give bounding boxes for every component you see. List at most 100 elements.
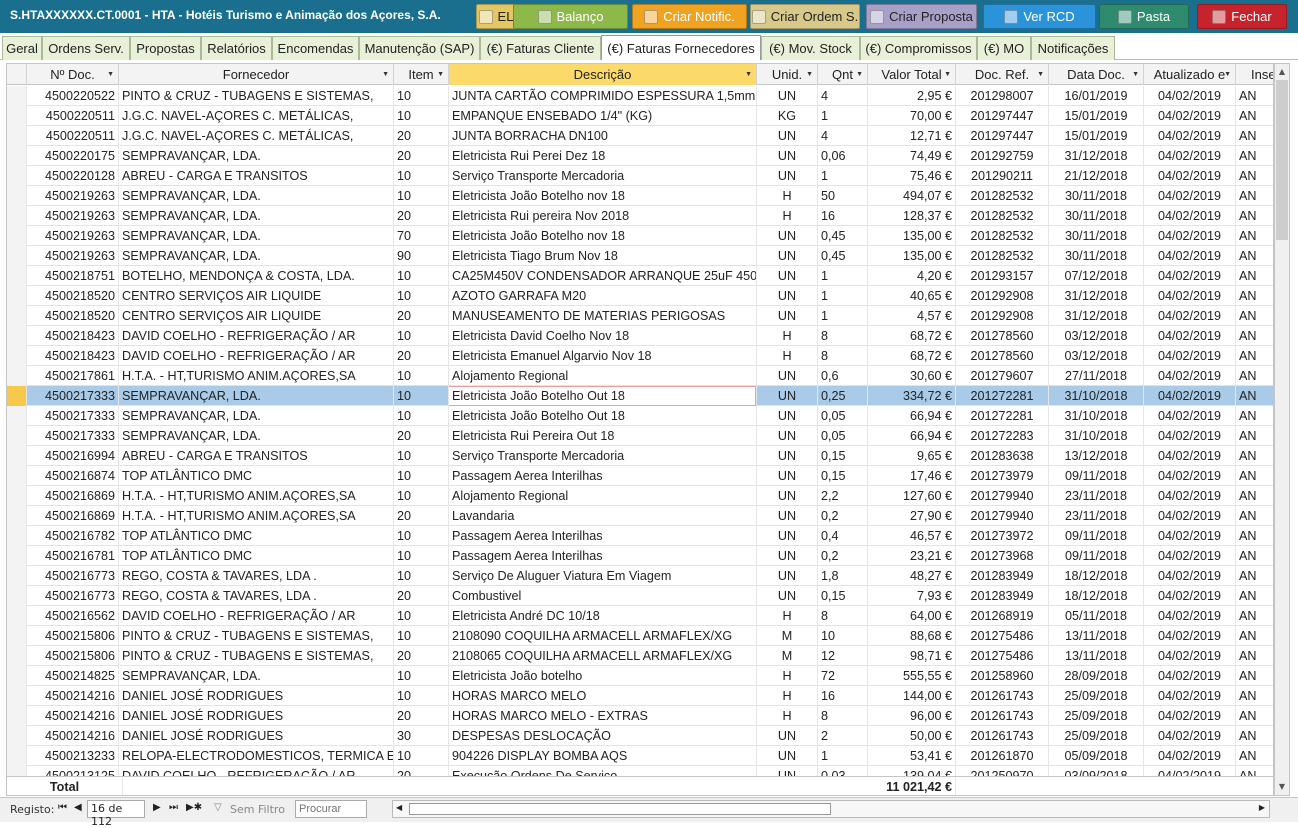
cell-doc[interactable]: 4500218751 (27, 266, 119, 286)
cell-qnt[interactable]: 8 (818, 326, 868, 346)
cell-forn[interactable]: J.G.C. NAVEL-AÇORES C. METÁLICAS, (119, 126, 394, 146)
cell-ref[interactable]: 201293157 (956, 266, 1049, 286)
cell-data[interactable]: 13/11/2018 (1049, 626, 1144, 646)
row-selector[interactable] (7, 246, 27, 266)
dropdown-arrow-icon[interactable]: ▼ (745, 71, 752, 78)
cell-ref[interactable]: 201282532 (956, 246, 1049, 266)
cell-forn[interactable]: CENTRO SERVIÇOS AIR LIQUIDE (119, 306, 394, 326)
cell-ins[interactable]: AN (1236, 526, 1273, 546)
cell-ins[interactable]: AN (1236, 146, 1273, 166)
cell-item[interactable]: 10 (394, 366, 449, 386)
tab-5[interactable]: Encomendas (272, 36, 359, 60)
cell-ref[interactable]: 201275486 (956, 646, 1049, 666)
column-header-desc[interactable]: Descrição ▼ (449, 64, 757, 85)
cell-item[interactable]: 10 (394, 186, 449, 206)
row-selector[interactable] (7, 106, 27, 126)
cell-desc[interactable]: CA25M450V CONDENSADOR ARRANQUE 25uF 450 (449, 266, 757, 286)
cell-atual[interactable]: 04/02/2019 (1144, 646, 1236, 666)
table-row[interactable]: 4500216562 DAVID COELHO - REFRIGERAÇÃO / … (7, 606, 1273, 626)
cell-forn[interactable]: PINTO & CRUZ - TUBAGENS E SISTEMAS, (119, 626, 394, 646)
tab-7[interactable]: (€) Faturas Cliente (480, 36, 601, 60)
cell-ref[interactable]: 201279940 (956, 506, 1049, 526)
row-selector[interactable] (7, 286, 27, 306)
cell-item[interactable]: 20 (394, 146, 449, 166)
tab-12[interactable]: Notificações (1031, 36, 1115, 60)
cell-atual[interactable]: 04/02/2019 (1144, 546, 1236, 566)
cell-data[interactable]: 31/12/2018 (1049, 146, 1144, 166)
tab-10[interactable]: (€) Compromissos (860, 36, 977, 60)
table-row[interactable]: 4500220511 J.G.C. NAVEL-AÇORES C. METÁLIC… (7, 106, 1273, 126)
table-row[interactable]: 4500216782 TOP ATLÂNTICO DMC 10 Passagem Ae… (7, 526, 1273, 546)
cell-desc[interactable]: Alojamento Regional (449, 366, 757, 386)
row-selector[interactable] (7, 346, 27, 366)
scroll-up-icon[interactable]: ▲ (1275, 64, 1289, 80)
row-selector[interactable] (7, 486, 27, 506)
table-row[interactable]: 4500219263 SEMPRAVANÇAR, LDA. 20 Eletricist… (7, 206, 1273, 226)
row-selector[interactable] (7, 366, 27, 386)
cell-desc[interactable]: HORAS MARCO MELO (449, 686, 757, 706)
cell-item[interactable]: 10 (394, 546, 449, 566)
cell-atual[interactable]: 04/02/2019 (1144, 186, 1236, 206)
row-selector[interactable] (7, 266, 27, 286)
cell-atual[interactable]: 04/02/2019 (1144, 586, 1236, 606)
cell-qnt[interactable]: 2 (818, 726, 868, 746)
first-record-icon[interactable]: ⏮ (58, 802, 67, 813)
cell-atual[interactable]: 04/02/2019 (1144, 286, 1236, 306)
ver-rcd-button[interactable]: Ver RCD (983, 4, 1096, 29)
cell-atual[interactable]: 04/02/2019 (1144, 566, 1236, 586)
cell-atual[interactable]: 04/02/2019 (1144, 626, 1236, 646)
column-header-ref[interactable]: Doc. Ref. ▼ (956, 64, 1049, 85)
cell-forn[interactable]: SEMPRAVANÇAR, LDA. (119, 246, 394, 266)
scroll-right-icon[interactable]: ▶ (1259, 803, 1265, 812)
row-selector[interactable] (7, 566, 27, 586)
cell-ref[interactable]: 201278560 (956, 346, 1049, 366)
cell-atual[interactable]: 04/02/2019 (1144, 746, 1236, 766)
cell-data[interactable]: 09/11/2018 (1049, 466, 1144, 486)
cell-item[interactable]: 10 (394, 286, 449, 306)
table-row[interactable]: 4500215806 PINTO & CRUZ - TUBAGENS E SIST… (7, 626, 1273, 646)
cell-qnt[interactable]: 0,2 (818, 506, 868, 526)
cell-data[interactable]: 31/12/2018 (1049, 286, 1144, 306)
cell-unid[interactable]: UN (757, 226, 818, 246)
cell-valor[interactable]: 68,72 € (868, 346, 956, 366)
cell-qnt[interactable]: 2,2 (818, 486, 868, 506)
cell-item[interactable]: 10 (394, 566, 449, 586)
cell-item[interactable]: 10 (394, 666, 449, 686)
cell-desc[interactable]: 2108090 COQUILHA ARMACELL ARMAFLEX/XG (449, 626, 757, 646)
cell-item[interactable]: 10 (394, 686, 449, 706)
cell-unid[interactable]: UN (757, 586, 818, 606)
cell-ref[interactable]: 201261743 (956, 726, 1049, 746)
cell-ref[interactable]: 201273968 (956, 546, 1049, 566)
cell-desc[interactable]: Passagem Aerea Interilhas (449, 546, 757, 566)
cell-valor[interactable]: 555,55 € (868, 666, 956, 686)
table-row[interactable]: 4500220522 PINTO & CRUZ - TUBAGENS E SIST… (7, 86, 1273, 106)
row-selector[interactable] (7, 686, 27, 706)
cell-desc[interactable]: 904226 DISPLAY BOMBA AQS (449, 746, 757, 766)
row-selector[interactable] (7, 606, 27, 626)
table-row[interactable]: 4500214825 SEMPRAVANÇAR, LDA. 10 Eletricist… (7, 666, 1273, 686)
cell-data[interactable]: 09/11/2018 (1049, 526, 1144, 546)
cell-qnt[interactable]: 0,15 (818, 446, 868, 466)
cell-ins[interactable]: AN (1236, 506, 1273, 526)
cell-doc[interactable]: 4500214216 (27, 706, 119, 726)
cell-ref[interactable]: 201278560 (956, 326, 1049, 346)
cell-data[interactable]: 21/12/2018 (1049, 166, 1144, 186)
cell-qnt[interactable]: 1 (818, 746, 868, 766)
cell-doc[interactable]: 4500217333 (27, 406, 119, 426)
cell-forn[interactable]: ABREU - CARGA E TRANSITOS (119, 166, 394, 186)
cell-atual[interactable]: 04/02/2019 (1144, 86, 1236, 106)
cell-data[interactable]: 25/09/2018 (1049, 726, 1144, 746)
cell-data[interactable]: 09/11/2018 (1049, 546, 1144, 566)
row-selector[interactable] (7, 646, 27, 666)
cell-desc[interactable]: AZOTO GARRAFA M20 (449, 286, 757, 306)
cell-qnt[interactable]: 0,6 (818, 366, 868, 386)
cell-atual[interactable]: 04/02/2019 (1144, 486, 1236, 506)
cell-ins[interactable]: AN (1236, 266, 1273, 286)
table-row[interactable]: 4500218520 CENTRO SERVIÇOS AIR LIQUIDE 10 A… (7, 286, 1273, 306)
dropdown-arrow-icon[interactable]: ▼ (1037, 71, 1044, 78)
cell-ref[interactable]: 201261870 (956, 746, 1049, 766)
cell-desc[interactable]: Passagem Aerea Interilhas (449, 466, 757, 486)
cell-doc[interactable]: 4500216994 (27, 446, 119, 466)
cell-data[interactable]: 31/10/2018 (1049, 386, 1144, 406)
cell-desc[interactable]: Serviço Transporte Mercadoria (449, 446, 757, 466)
